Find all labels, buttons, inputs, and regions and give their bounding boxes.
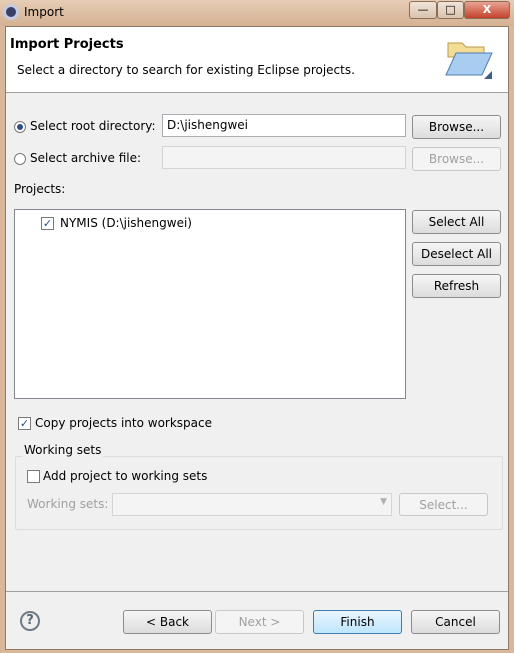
next-button[interactable]: Next > <box>215 610 304 634</box>
add-to-working-sets-label: Add project to working sets <box>43 469 208 483</box>
refresh-button[interactable]: Refresh <box>412 274 501 298</box>
back-button[interactable]: < Back <box>123 610 212 634</box>
root-browse-button[interactable]: Browse... <box>412 115 501 139</box>
select-all-button[interactable]: Select All <box>412 210 501 234</box>
list-item[interactable]: ✓ NYMIS (D:\jishengwei) <box>41 216 341 232</box>
page-description: Select a directory to search for existin… <box>17 63 355 77</box>
footer-separator <box>6 591 508 592</box>
deselect-all-button[interactable]: Deselect All <box>412 242 501 266</box>
page-title: Import Projects <box>10 37 124 52</box>
add-to-working-sets-checkbox[interactable] <box>27 470 40 483</box>
finish-button[interactable]: Finish <box>313 610 402 634</box>
root-directory-label: Select root directory: <box>30 119 156 133</box>
project-label: NYMIS (D:\jishengwei) <box>60 216 192 230</box>
dialog-body: Import Projects Select a directory to se… <box>5 26 509 650</box>
cancel-button[interactable]: Cancel <box>411 610 500 634</box>
archive-file-radio[interactable] <box>14 153 26 165</box>
title-bar[interactable]: Import — □ X <box>0 0 514 26</box>
maximize-button[interactable]: □ <box>437 1 464 19</box>
working-sets-legend: Working sets <box>22 443 104 457</box>
working-sets-combo[interactable]: ▼ <box>112 493 392 516</box>
copy-projects-label: Copy projects into workspace <box>35 416 213 430</box>
archive-browse-button[interactable]: Browse... <box>412 147 501 171</box>
close-button[interactable]: X <box>464 1 510 19</box>
root-directory-radio[interactable] <box>14 121 26 133</box>
working-sets-select-button[interactable]: Select... <box>399 493 488 516</box>
archive-file-input[interactable] <box>162 146 406 169</box>
help-icon[interactable]: ? <box>20 611 40 631</box>
archive-file-label: Select archive file: <box>30 151 142 165</box>
projects-label: Projects: <box>14 182 66 196</box>
dropdown-arrow-icon: ▼ <box>380 497 387 507</box>
eclipse-app-icon <box>3 4 19 20</box>
window-title: Import <box>24 5 64 19</box>
working-sets-field-label: Working sets: <box>27 497 109 511</box>
root-directory-input[interactable]: D:\jishengwei <box>162 114 406 137</box>
projects-list[interactable]: ✓ NYMIS (D:\jishengwei) <box>14 209 406 399</box>
open-folder-icon <box>445 42 493 79</box>
wizard-header: Import Projects Select a directory to se… <box>6 27 508 93</box>
minimize-button[interactable]: — <box>409 1 437 19</box>
project-checkbox[interactable]: ✓ <box>41 217 54 230</box>
copy-projects-checkbox[interactable]: ✓ <box>18 417 31 430</box>
